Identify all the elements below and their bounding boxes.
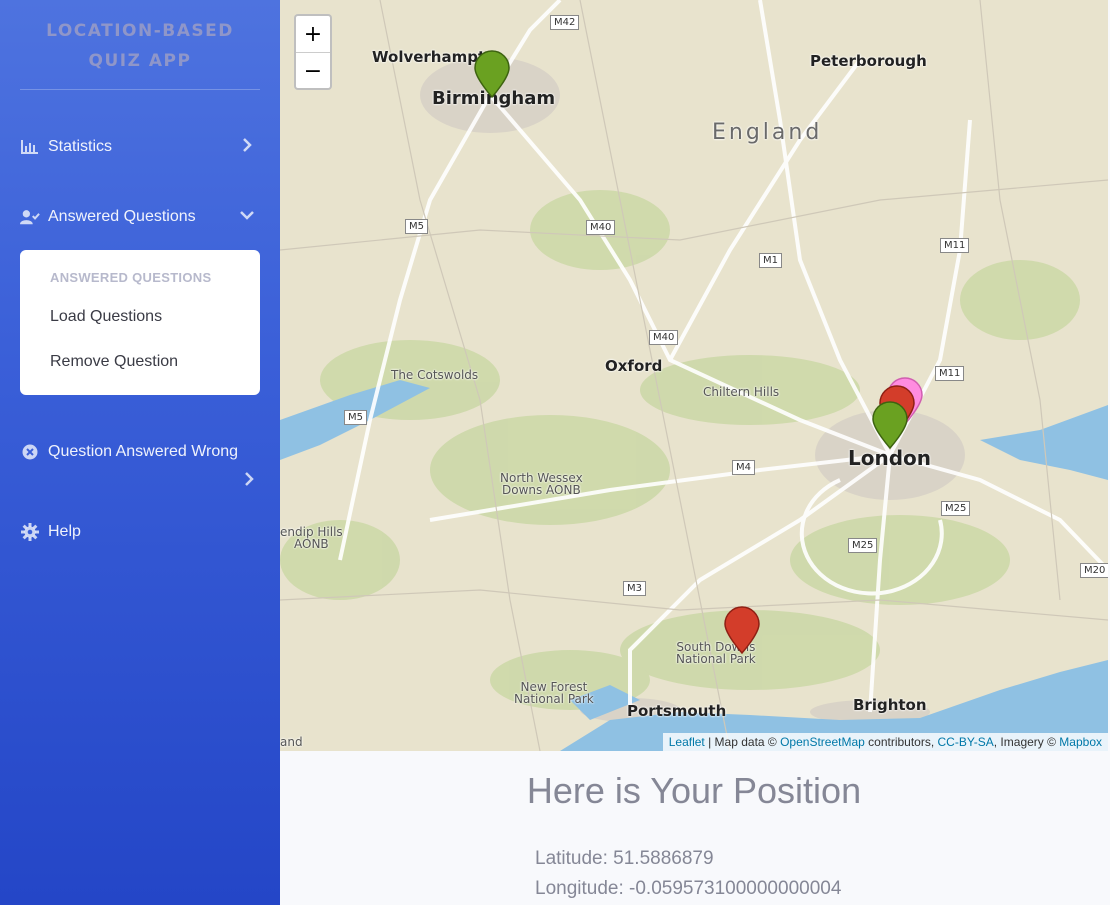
map-label-england: England xyxy=(712,120,823,145)
road-shield: M5 xyxy=(405,219,428,234)
road-shield: M40 xyxy=(649,330,679,345)
sidebar-item-label: Help xyxy=(48,523,81,540)
sidebar-item-label: Statistics xyxy=(48,138,113,155)
times-circle-icon xyxy=(20,443,40,461)
sidebar-divider xyxy=(20,89,260,90)
openstreetmap-link[interactable]: OpenStreetMap xyxy=(780,735,865,749)
road-shield: M4 xyxy=(732,460,755,475)
road-shield: M11 xyxy=(940,238,970,253)
map-label-oxford: Oxford xyxy=(605,357,663,375)
road-shield: M1 xyxy=(759,253,782,268)
road-shield: M25 xyxy=(848,538,878,553)
zoom-in-button[interactable]: + xyxy=(296,16,330,53)
road-shield: M40 xyxy=(586,220,616,235)
position-heading: Here is Your Position xyxy=(526,770,862,811)
sidebar-item-label: Answered Questions xyxy=(48,208,196,225)
sidebar-item-statistics[interactable]: Statistics xyxy=(20,132,260,162)
remove-question-link[interactable]: Remove Question xyxy=(50,353,178,371)
chevron-down-icon xyxy=(238,206,256,224)
load-questions-link[interactable]: Load Questions xyxy=(50,308,162,326)
user-check-icon xyxy=(20,208,40,226)
zoom-control: + − xyxy=(294,14,332,90)
map-marker-icon[interactable] xyxy=(473,50,511,98)
chevron-right-icon[interactable] xyxy=(240,470,258,488)
sidebar-item-answered-questions[interactable]: Answered Questions xyxy=(20,202,260,232)
map-label-chiltern-hills: Chiltern Hills xyxy=(703,385,780,399)
road-shield: M25 xyxy=(941,501,971,516)
map-label-peterborough: Peterborough xyxy=(810,52,927,70)
road-shield: M11 xyxy=(935,366,965,381)
map-label-cotswolds: The Cotswolds xyxy=(391,368,479,382)
map-marker-icon[interactable] xyxy=(723,606,761,654)
sidebar: LOCATION-BASED QUIZ APP Statistics Answe… xyxy=(0,0,280,905)
attribution-text: , Imagery © xyxy=(993,735,1060,749)
zoom-out-button[interactable]: − xyxy=(296,53,330,89)
leaflet-map[interactable]: + − Wolverhampt Birmingham Peterborough … xyxy=(280,0,1108,751)
map-label-mendip-hills: endip Hills AONB xyxy=(280,525,343,551)
map-label-london: London xyxy=(848,446,932,470)
answered-questions-submenu: ANSWERED QUESTIONS Load Questions Remove… xyxy=(20,250,260,395)
map-label-brighton: Brighton xyxy=(853,696,927,714)
map-attribution: Leaflet | Map data © OpenStreetMap contr… xyxy=(662,733,1108,751)
sidebar-item-help[interactable]: Help xyxy=(20,517,260,547)
road-shield: M5 xyxy=(344,410,367,425)
road-shield: M20 xyxy=(1080,563,1108,578)
leaflet-link[interactable]: Leaflet xyxy=(669,735,705,749)
bar-chart-icon xyxy=(20,138,40,156)
map-marker-icon[interactable] xyxy=(871,401,909,449)
map-label-new-forest: New Forest National Park xyxy=(514,680,594,706)
sidebar-item-question-answered-wrong[interactable]: Question Answered Wrong xyxy=(20,437,260,467)
sidebar-item-label: Question Answered Wrong xyxy=(48,443,239,460)
latitude-text: Latitude: 51.5886879 xyxy=(535,848,714,869)
attribution-text: contributors, xyxy=(864,735,938,749)
longitude-text: Longitude: -0.059573100000000004 xyxy=(535,878,842,899)
brand-title[interactable]: LOCATION-BASED QUIZ APP xyxy=(20,16,260,76)
map-label-wolverhampton: Wolverhampt xyxy=(372,48,486,66)
submenu-header: ANSWERED QUESTIONS xyxy=(50,270,212,285)
cc-by-sa-link[interactable]: CC-BY-SA xyxy=(938,735,994,749)
cog-icon xyxy=(20,523,40,541)
chevron-right-icon xyxy=(238,136,256,154)
map-label-land-edge: and xyxy=(280,735,303,749)
road-shield: M3 xyxy=(623,581,646,596)
mapbox-link[interactable]: Mapbox xyxy=(1059,735,1102,749)
road-shield: M42 xyxy=(550,15,580,30)
map-label-portsmouth: Portsmouth xyxy=(627,702,727,720)
map-label-north-wessex: North Wessex Downs AONB xyxy=(500,471,583,497)
attribution-text: | Map data © xyxy=(704,735,781,749)
